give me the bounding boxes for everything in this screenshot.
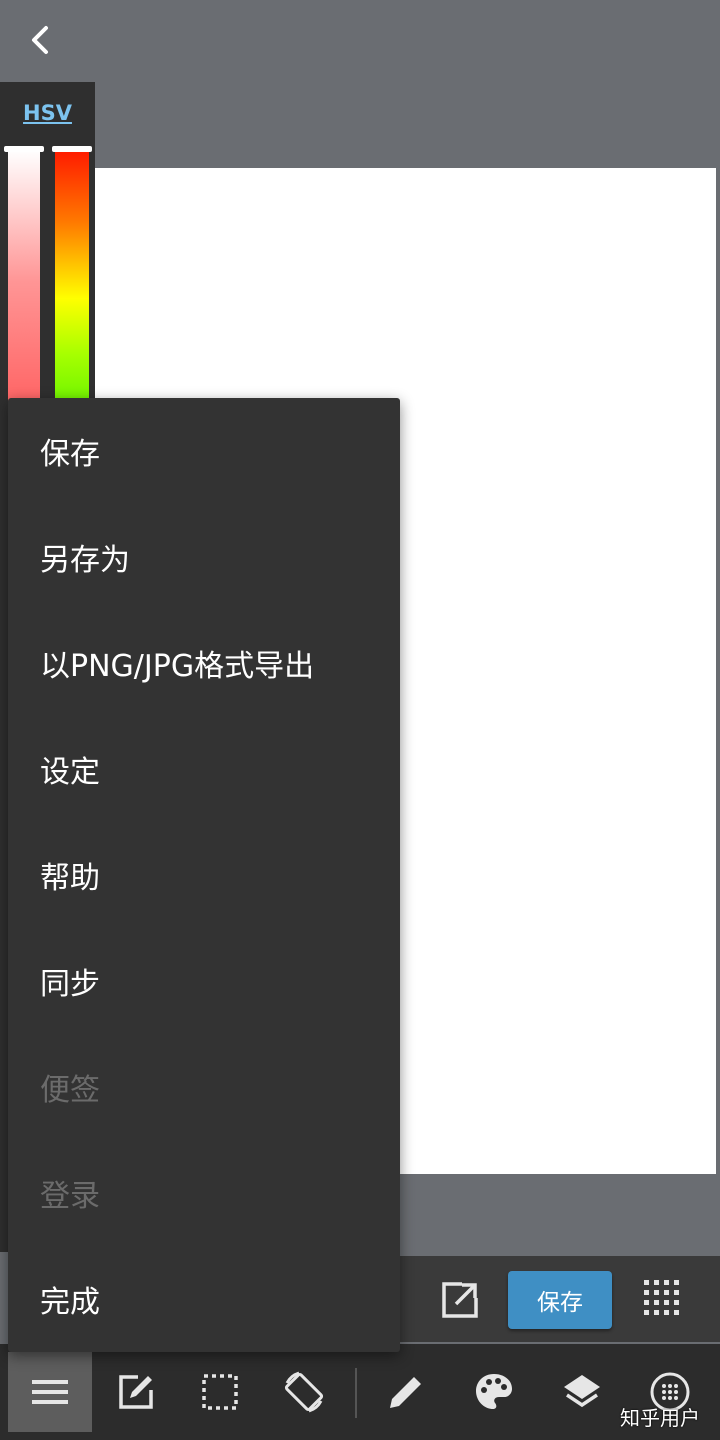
toolbar-divider bbox=[355, 1368, 357, 1418]
edit-tool-button[interactable] bbox=[94, 1352, 178, 1432]
menu-item-label: 同步 bbox=[40, 967, 100, 1002]
menu-item-help[interactable]: 帮助 bbox=[8, 822, 400, 928]
menu-item-save[interactable]: 保存 bbox=[8, 398, 400, 504]
grid-icon bbox=[644, 1280, 679, 1315]
rotate-tool-button[interactable] bbox=[262, 1352, 346, 1432]
menu-icon bbox=[32, 1380, 68, 1404]
hsv-tab[interactable]: HSV bbox=[0, 82, 95, 144]
back-button[interactable] bbox=[18, 20, 62, 60]
menu-item-save-as[interactable]: 另存为 bbox=[8, 504, 400, 610]
menu-item-label: 设定 bbox=[40, 755, 100, 790]
watermark: 知乎用户 bbox=[620, 1406, 700, 1430]
layers-button[interactable] bbox=[540, 1352, 624, 1432]
menu-item-notes: 便签 bbox=[8, 1034, 400, 1140]
top-bar bbox=[0, 0, 720, 82]
menu-item-settings[interactable]: 设定 bbox=[8, 716, 400, 822]
selection-tool-button[interactable] bbox=[178, 1352, 262, 1432]
menu-button[interactable] bbox=[8, 1352, 92, 1432]
grid-button[interactable] bbox=[640, 1278, 680, 1318]
save-button[interactable]: 保存 bbox=[508, 1271, 612, 1329]
rotate-icon bbox=[284, 1371, 324, 1413]
menu-item-label: 登录 bbox=[40, 1179, 100, 1214]
hsv-tab-label: HSV bbox=[23, 101, 72, 125]
menu-item-sync[interactable]: 同步 bbox=[8, 928, 400, 1034]
menu-item-label: 以PNG/JPG格式导出 bbox=[40, 649, 315, 684]
edit-icon bbox=[119, 1375, 153, 1409]
menu-item-export[interactable]: 以PNG/JPG格式导出 bbox=[8, 610, 400, 716]
export-button[interactable] bbox=[438, 1278, 482, 1322]
menu-item-label: 另存为 bbox=[40, 543, 130, 578]
menu-item-label: 帮助 bbox=[40, 861, 100, 896]
selection-icon bbox=[202, 1374, 238, 1410]
palette-icon bbox=[476, 1374, 512, 1409]
main-menu: 保存 另存为 以PNG/JPG格式导出 设定 帮助 同步 便签 登录 完成 bbox=[8, 398, 400, 1352]
export-icon bbox=[442, 1282, 478, 1318]
bottom-toolbar bbox=[0, 1344, 720, 1440]
layers-icon bbox=[564, 1375, 600, 1408]
menu-item-done[interactable]: 完成 bbox=[8, 1246, 400, 1352]
saturation-slider-thumb[interactable] bbox=[4, 146, 44, 152]
menu-item-login: 登录 bbox=[8, 1140, 400, 1246]
back-arrow-icon bbox=[32, 26, 48, 54]
menu-item-label: 便签 bbox=[40, 1073, 100, 1108]
menu-item-label: 保存 bbox=[40, 437, 100, 472]
pencil-icon bbox=[390, 1377, 421, 1408]
color-palette-button[interactable] bbox=[452, 1352, 536, 1432]
pencil-tool-button[interactable] bbox=[364, 1352, 448, 1432]
hue-slider-thumb[interactable] bbox=[52, 146, 92, 152]
menu-item-label: 完成 bbox=[40, 1285, 100, 1320]
